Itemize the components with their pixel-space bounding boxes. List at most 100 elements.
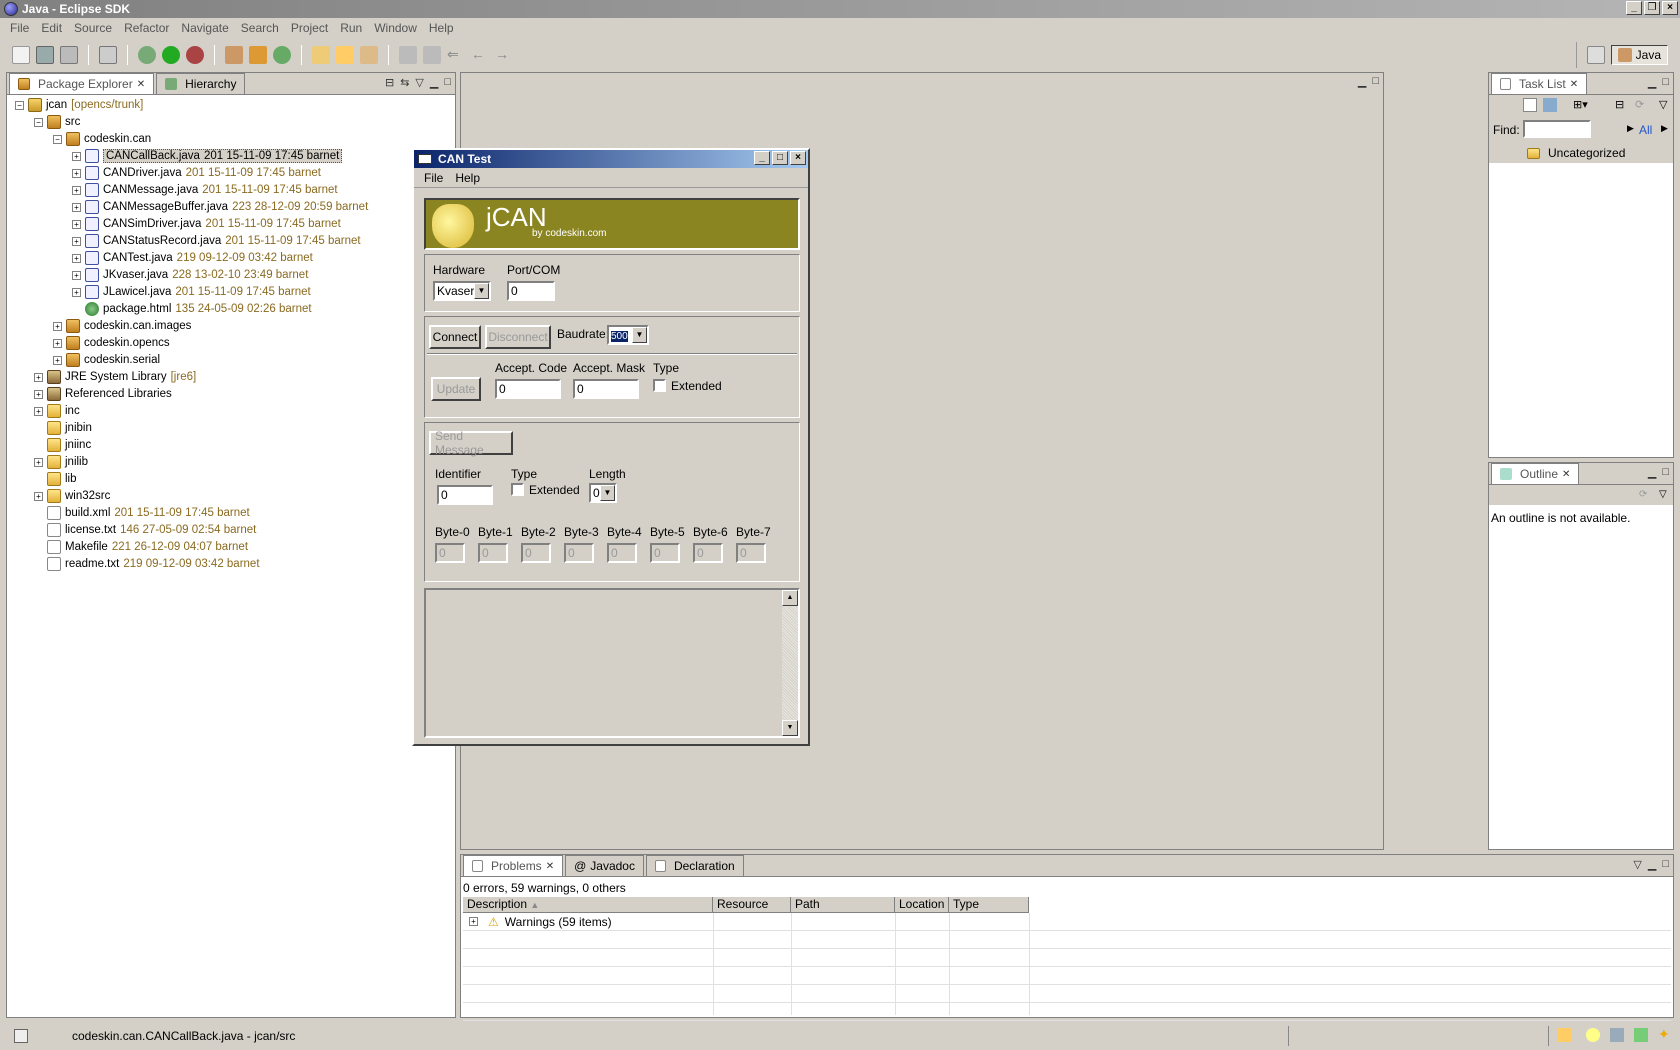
tab-task-list[interactable]: Task List ✕ xyxy=(1491,73,1588,94)
tree-item[interactable]: + CANMessageBuffer.java 223 28-12-09 20:59… xyxy=(72,199,368,215)
expand-icon[interactable]: + xyxy=(34,457,43,467)
view-menu-icon[interactable]: ▽ xyxy=(1633,858,1641,871)
expand-icon[interactable]: + xyxy=(72,287,81,297)
close-icon[interactable]: ✕ xyxy=(137,79,145,90)
scroll-up-icon[interactable]: ▲ xyxy=(782,590,798,606)
menu-project[interactable]: Project xyxy=(285,21,334,35)
run-icon[interactable] xyxy=(162,46,180,64)
fast-view-icon[interactable] xyxy=(14,1029,28,1043)
minimize-icon[interactable]: ▁ xyxy=(430,76,438,89)
minimize-icon[interactable]: ▁ xyxy=(1648,466,1656,479)
port-input[interactable]: 0 xyxy=(507,281,555,301)
tree-item[interactable]: + CANCallBack.java 201 15-11-09 17:45 barn… xyxy=(72,148,343,164)
editor-minimize-icon[interactable]: ▁ xyxy=(1358,75,1366,88)
maximize-icon[interactable]: □ xyxy=(1662,76,1669,89)
save-icon[interactable] xyxy=(36,46,54,64)
dialog-menu-help[interactable]: Help xyxy=(449,171,486,185)
tree-item[interactable]: + inc xyxy=(34,403,80,419)
last-edit-icon[interactable]: ⇐ xyxy=(447,46,465,64)
link-editor-icon[interactable]: ⇆ xyxy=(400,76,409,89)
scroll-down-icon[interactable]: ▼ xyxy=(782,720,798,736)
expand-icon[interactable]: + xyxy=(72,151,81,161)
byte-input[interactable]: 0 xyxy=(435,543,465,563)
next-annotation-icon[interactable] xyxy=(399,46,417,64)
menu-source[interactable]: Source xyxy=(68,21,118,35)
output-textarea[interactable]: ▲ ▼ xyxy=(424,588,800,738)
byte-input[interactable]: 0 xyxy=(736,543,766,563)
collapse-icon[interactable]: − xyxy=(53,134,62,144)
expand-icon[interactable]: + xyxy=(34,389,43,399)
close-icon[interactable]: ✕ xyxy=(1570,79,1578,90)
tree-item[interactable]: + win32src xyxy=(34,488,110,504)
tree-item[interactable]: + JRE System Library [jre6] xyxy=(34,369,196,385)
view-menu-icon[interactable]: ▽ xyxy=(415,76,423,89)
baudrate-select[interactable]: 500 ▼ xyxy=(607,325,649,345)
tree-item[interactable]: − src xyxy=(34,114,80,130)
minimize-icon[interactable]: ▁ xyxy=(1648,76,1656,89)
filter-icon[interactable]: ⊞▾ xyxy=(1573,98,1588,111)
tab-outline[interactable]: Outline ✕ xyxy=(1491,463,1580,484)
dialog-close-button[interactable]: × xyxy=(790,151,806,165)
tree-item[interactable]: − codeskin.can xyxy=(53,131,151,147)
close-icon[interactable]: ✕ xyxy=(546,861,554,872)
menu-file[interactable]: File xyxy=(4,21,35,35)
collapse-icon[interactable]: − xyxy=(34,117,43,127)
tab-problems[interactable]: Problems ✕ xyxy=(463,855,564,876)
byte-input[interactable]: 0 xyxy=(607,543,637,563)
byte-input[interactable]: 0 xyxy=(521,543,551,563)
message-extended-checkbox[interactable] xyxy=(511,483,524,496)
print-icon[interactable] xyxy=(60,46,78,64)
tree-item[interactable]: jniinc xyxy=(34,437,91,453)
expand-icon[interactable]: + xyxy=(72,185,81,195)
java-perspective-button[interactable]: Java xyxy=(1610,45,1668,65)
build-icon[interactable] xyxy=(99,46,117,64)
sync-icon[interactable]: ⟳ xyxy=(1635,98,1644,111)
tree-item[interactable]: license.txt 146 27-05-09 02:54 barnet xyxy=(34,522,256,538)
tab-hierarchy[interactable]: Hierarchy xyxy=(156,73,246,94)
tree-item[interactable]: + CANStatusRecord.java 201 15-11-09 17:45 … xyxy=(72,233,361,249)
menu-window[interactable]: Window xyxy=(368,21,423,35)
tree-item[interactable]: lib xyxy=(34,471,77,487)
menu-search[interactable]: Search xyxy=(235,21,285,35)
tree-item[interactable]: + CANMessage.java 201 15-11-09 17:45 barne… xyxy=(72,182,338,198)
debug-icon[interactable] xyxy=(138,46,156,64)
tree-item[interactable]: jnibin xyxy=(34,420,92,436)
close-icon[interactable]: ✕ xyxy=(1562,469,1570,480)
open-perspective-icon[interactable] xyxy=(1586,46,1605,64)
expand-icon[interactable]: + xyxy=(72,253,81,263)
tree-item[interactable]: + CANDriver.java 201 15-11-09 17:45 barnet xyxy=(72,165,321,181)
minimize-button[interactable]: _ xyxy=(1626,1,1642,15)
find-input[interactable] xyxy=(1523,120,1591,138)
dialog-menu-file[interactable]: File xyxy=(418,171,449,185)
all-link[interactable]: All xyxy=(1639,123,1652,137)
close-button[interactable]: × xyxy=(1662,1,1678,15)
expand-icon[interactable]: + xyxy=(34,372,43,382)
col-path[interactable]: Path xyxy=(791,897,895,913)
disconnect-button[interactable]: Disconnect xyxy=(485,325,551,349)
expand-icon[interactable]: + xyxy=(53,355,62,365)
expand-icon[interactable]: + xyxy=(72,236,81,246)
menu-edit[interactable]: Edit xyxy=(35,21,68,35)
tree-item[interactable]: readme.txt 219 09-12-09 03:42 barnet xyxy=(34,556,260,572)
prev-annotation-icon[interactable] xyxy=(423,46,441,64)
tree-item[interactable]: + codeskin.opencs xyxy=(53,335,170,351)
forward-icon[interactable]: → xyxy=(495,46,513,64)
tree-item[interactable]: + CANTest.java 219 09-12-09 03:42 barnet xyxy=(72,250,313,266)
editor-maximize-icon[interactable]: □ xyxy=(1372,75,1379,88)
expand-icon[interactable]: + xyxy=(53,338,62,348)
tray-star-icon[interactable]: ✦ xyxy=(1658,1027,1672,1042)
collapse-icon[interactable]: − xyxy=(15,100,24,110)
tree-item[interactable]: Makefile 221 26-12-09 04:07 barnet xyxy=(34,539,248,555)
col-resource[interactable]: Resource xyxy=(713,897,791,913)
byte-input[interactable]: 0 xyxy=(693,543,723,563)
view-menu-icon[interactable]: ▽ xyxy=(1659,489,1667,500)
tab-declaration[interactable]: Declaration xyxy=(645,855,744,876)
expand-icon[interactable]: + xyxy=(34,406,43,416)
next-icon[interactable]: ▶ xyxy=(1661,123,1668,134)
open-folder-icon[interactable] xyxy=(336,46,354,64)
accept-code-input[interactable]: 0 xyxy=(495,379,561,399)
expand-icon[interactable]: + xyxy=(34,491,43,501)
collapse-all-icon[interactable]: ⊟ xyxy=(385,76,394,89)
external-tools-icon[interactable] xyxy=(186,46,204,64)
menu-refactor[interactable]: Refactor xyxy=(118,21,175,35)
